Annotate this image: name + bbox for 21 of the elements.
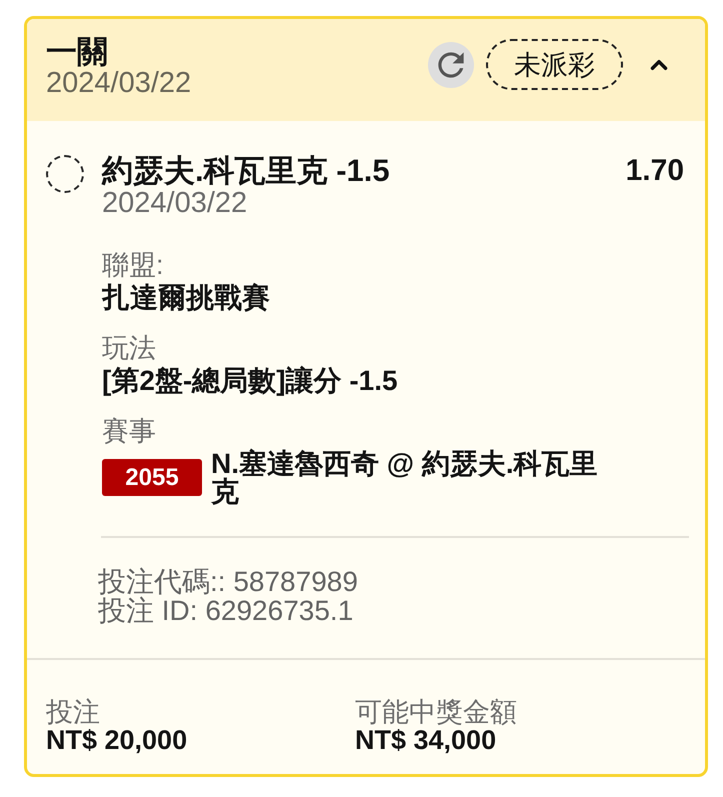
field-label: 玩法 [102, 334, 157, 362]
bet-date: 2024/03/22 [46, 67, 192, 100]
event-code-badge: 2055 [102, 459, 202, 496]
amount-value: NT$ 34,000 [355, 726, 496, 754]
bet-reference: 投注代碼:: 58787989 [98, 567, 359, 596]
bet-reference: 投注 ID: 62926735.1 [98, 596, 354, 625]
field-label: 聯盟: [102, 251, 165, 279]
field-label: 賽事 [102, 417, 157, 445]
field-value: 扎達爾挑戰賽 [102, 284, 271, 312]
selection-name: 約瑟夫.科瓦里克 -1.5 [102, 154, 390, 187]
odds-value: 1.70 [626, 154, 684, 187]
selection-date: 2024/03/22 [102, 187, 248, 220]
pending-status-icon [46, 155, 84, 193]
event-name: N.塞達魯西奇 @ 約瑟夫.科瓦里克 [211, 450, 599, 506]
refresh-button[interactable] [428, 42, 474, 88]
field-value: [第2盤-總局數]讓分 -1.5 [102, 367, 399, 395]
status-badge: 未派彩 [486, 39, 623, 90]
amount-label: 投注 [46, 698, 101, 726]
amount-label: 可能中獎金額 [355, 698, 518, 726]
amount-value: NT$ 20,000 [46, 726, 188, 754]
bet-type-title: 一關 [46, 37, 109, 67]
